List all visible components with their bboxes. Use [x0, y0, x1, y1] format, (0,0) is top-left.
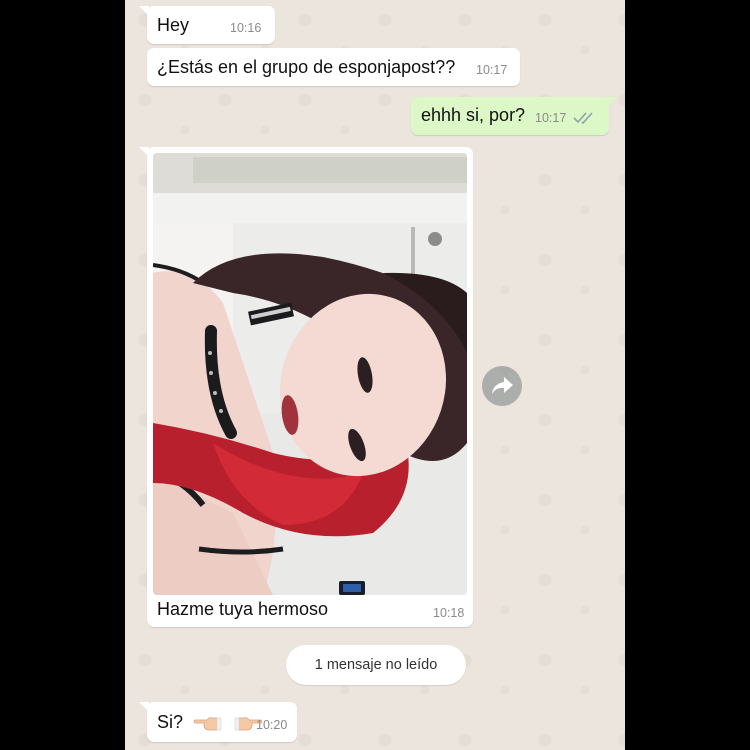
- message-time: 10:17: [535, 111, 567, 125]
- message-time: 10:17: [476, 63, 508, 77]
- message-caption: Hazme tuya hermoso: [157, 599, 329, 619]
- chat-conversation[interactable]: Hey 10:16 ¿Estás en el grupo de esponjap…: [125, 0, 625, 750]
- message-text: ehhh si, por?: [421, 105, 526, 125]
- incoming-image-message[interactable]: Hazme tuya hermoso 10:18: [139, 147, 473, 627]
- incoming-message[interactable]: Si? 10:20: [139, 702, 297, 742]
- message-time: 10:18: [433, 606, 465, 620]
- message-text: ¿Estás en el grupo de esponjapost??: [157, 57, 456, 77]
- unread-messages-banner: 1 mensaje no leído: [286, 645, 466, 685]
- forward-arrow-icon: [492, 377, 513, 394]
- pointing-hand-emoji-icon: [193, 717, 263, 731]
- incoming-message[interactable]: Hey 10:16: [139, 6, 275, 44]
- double-check-read-icon: [573, 112, 593, 125]
- photo-image: [153, 153, 467, 595]
- message-time: 10:20: [256, 718, 288, 732]
- message-text: Si?: [157, 712, 184, 732]
- incoming-message[interactable]: ¿Estás en el grupo de esponjapost?? 10:1…: [147, 48, 520, 86]
- message-text: Hey: [157, 15, 190, 35]
- forward-button[interactable]: [482, 366, 522, 406]
- message-time: 10:16: [230, 21, 262, 35]
- outgoing-message[interactable]: ehhh si, por? 10:17: [411, 97, 617, 135]
- message-photo[interactable]: [153, 153, 467, 595]
